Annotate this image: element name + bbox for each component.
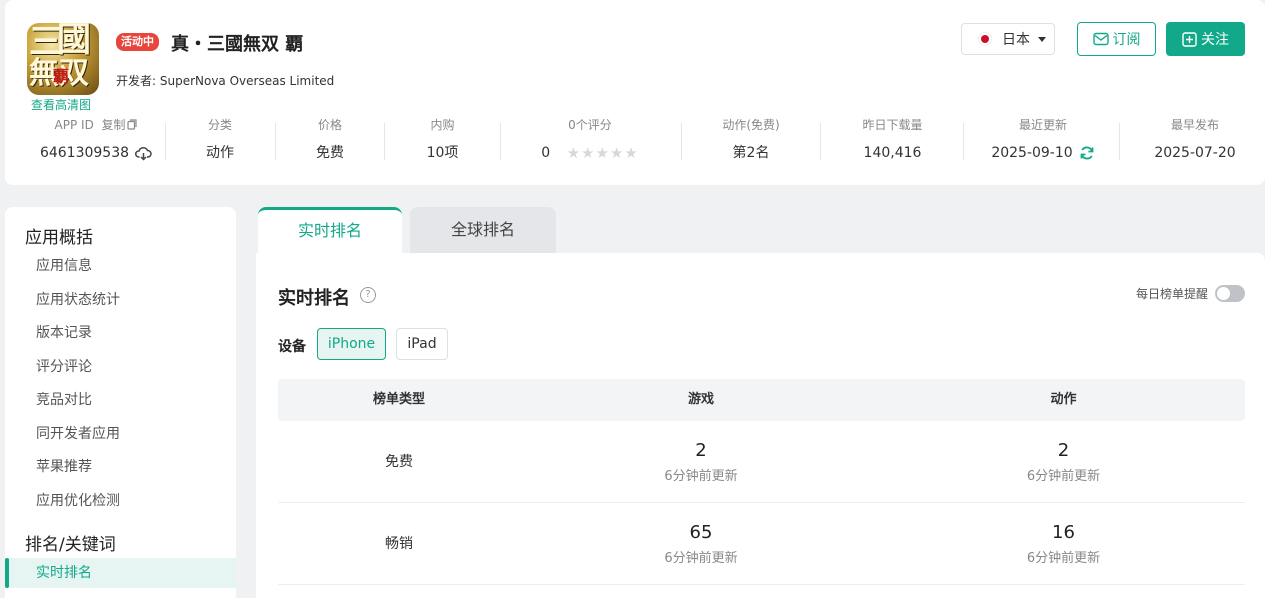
stat-price-value: 免费 [316,145,344,161]
sidebar-item-status-stats[interactable]: 应用状态统计 [5,285,236,315]
stat-updated-label: 最近更新 [1018,118,1067,132]
follow-label: 关注 [1201,32,1229,48]
stat-price-label: 价格 [317,118,342,132]
row-type: 免费 [385,454,413,470]
stat-divider [165,123,166,160]
region-select[interactable]: 日本 [961,23,1055,55]
stat-downloads-label: 昨日下载量 [862,118,923,132]
rank-value[interactable]: 16 [882,522,1245,544]
cloud-download-icon[interactable] [135,146,152,161]
daily-reminder-label: 每日榜单提醒 [1136,287,1209,301]
sidebar-section-overview: 应用概括 [25,228,93,248]
sidebar-item-app-info[interactable]: 应用信息 [5,251,236,281]
stat-downloads: 昨日下载量 140,416 [830,116,955,166]
device-ipad-button[interactable]: iPad [396,328,448,360]
table-row: 畅销 65 6分钟前更新 16 6分钟前更新 [278,503,1245,585]
japan-flag-icon [978,32,992,46]
stat-app-id-label: APP ID [54,118,94,132]
developer-name[interactable]: 开发者: SuperNova Overseas Limited [116,72,334,89]
help-icon[interactable]: ? [360,287,376,303]
stat-divider [820,123,821,160]
stat-divider [384,123,385,160]
sidebar-item-apple-featured[interactable]: 苹果推荐 [5,452,236,482]
app-icon-char: 國 [57,23,91,60]
stat-divider [500,123,501,160]
stat-updated-value: 2025-09-10 [991,145,1073,161]
subscribe-label: 订阅 [1112,32,1141,48]
refresh-icon[interactable] [1079,145,1095,161]
sidebar-item-aso-check[interactable]: 应用优化检测 [5,486,236,516]
copy-app-id-button[interactable]: 复制 [101,118,125,132]
rank-value[interactable]: 2 [520,440,882,462]
tab-global-rank[interactable]: 全球排名 [410,207,556,255]
device-label: 设备 [278,339,306,355]
update-time: 6分钟前更新 [1026,469,1101,484]
stat-downloads-value: 140,416 [863,145,922,161]
stat-price: 价格 免费 [285,116,375,166]
update-time: 6分钟前更新 [664,551,738,566]
update-time: 6分钟前更新 [1026,551,1101,566]
app-title: 真・三國無双 覇 [171,34,304,55]
app-stats-row: APP ID 复制 6461309538 分类 动作 价格 免费 内购 10项 … [5,116,1265,166]
stat-app-id-value: 6461309538 [39,145,130,161]
sidebar-section-rankings: 排名/关键词 [25,535,116,555]
rank-value[interactable]: 65 [520,522,882,544]
mail-icon [1092,32,1109,46]
follow-button[interactable]: 关注 [1166,22,1245,56]
stat-divider [275,123,276,160]
view-hd-icon-link[interactable]: 查看高清图 [31,96,91,113]
stat-divider [963,123,964,160]
stat-rank-label: 动作(免费) [722,118,780,132]
stat-iap: 内购 10项 [395,116,490,166]
stat-category: 分类 动作 [175,116,265,166]
stat-rank-value[interactable]: 第2名 [691,144,811,162]
sidebar-item-same-developer[interactable]: 同开发者应用 [5,419,236,449]
caret-down-icon [1038,36,1046,42]
col-header-games: 游戏 [687,392,714,407]
stat-updated: 最近更新 2025-09-10 [973,116,1113,166]
table-row: 免费 2 6分钟前更新 2 6分钟前更新 [278,421,1245,503]
stat-released-value: 2025-07-20 [1154,145,1236,161]
device-iphone-button[interactable]: iPhone [317,328,386,360]
stat-app-id: APP ID 复制 6461309538 [31,116,161,166]
sidebar-item-competitor-compare[interactable]: 竞品对比 [5,385,236,415]
tab-realtime-rank[interactable]: 实时排名 [258,207,402,255]
stat-rating-label: 0个评分 [568,118,612,132]
update-time: 6分钟前更新 [664,469,738,484]
col-header-action: 动作 [1050,392,1077,407]
sidebar-item-version-history[interactable]: 版本记录 [5,318,236,348]
sidebar-nav: 应用概括 应用信息 应用状态统计 版本记录 评分评论 竞品对比 同开发者应用 苹… [5,207,236,598]
stat-iap-value[interactable]: 10项 [395,144,490,162]
row-type: 畅销 [385,536,413,552]
stat-rating: 0个评分 0 ★★★★★ [505,116,675,166]
status-badge: 活动中 [116,33,159,51]
stat-category-label: 分类 [207,118,232,132]
app-icon[interactable]: 三 國 無双 覇 [27,23,99,95]
daily-reminder-toggle[interactable] [1215,285,1245,302]
sidebar-item-realtime-rank[interactable]: 实时排名 [5,558,236,588]
rank-value[interactable]: 2 [882,440,1245,462]
rating-stars-icon: ★★★★★ [566,144,639,162]
stat-category-value: 动作 [206,145,234,161]
col-header-list-type: 榜单类型 [372,392,425,407]
stat-divider [1119,123,1120,160]
stat-divider [681,123,682,160]
copy-icon[interactable] [127,119,138,130]
rank-table-header: 榜单类型 游戏 动作 [278,379,1245,421]
plus-square-icon [1182,31,1197,47]
stat-rating-value: 0 [541,145,551,161]
app-icon-char: 覇 [53,67,70,86]
stat-released-label: 最早发布 [1170,118,1219,132]
panel-title: 实时排名 [278,288,350,309]
sidebar-item-ratings-reviews[interactable]: 评分评论 [5,352,236,382]
region-label: 日本 [1002,32,1030,48]
stat-released: 最早发布 2025-07-20 [1135,116,1255,166]
stat-iap-label: 内购 [430,118,455,132]
subscribe-button[interactable]: 订阅 [1077,22,1156,56]
stat-rank: 动作(免费) 第2名 [691,116,811,166]
